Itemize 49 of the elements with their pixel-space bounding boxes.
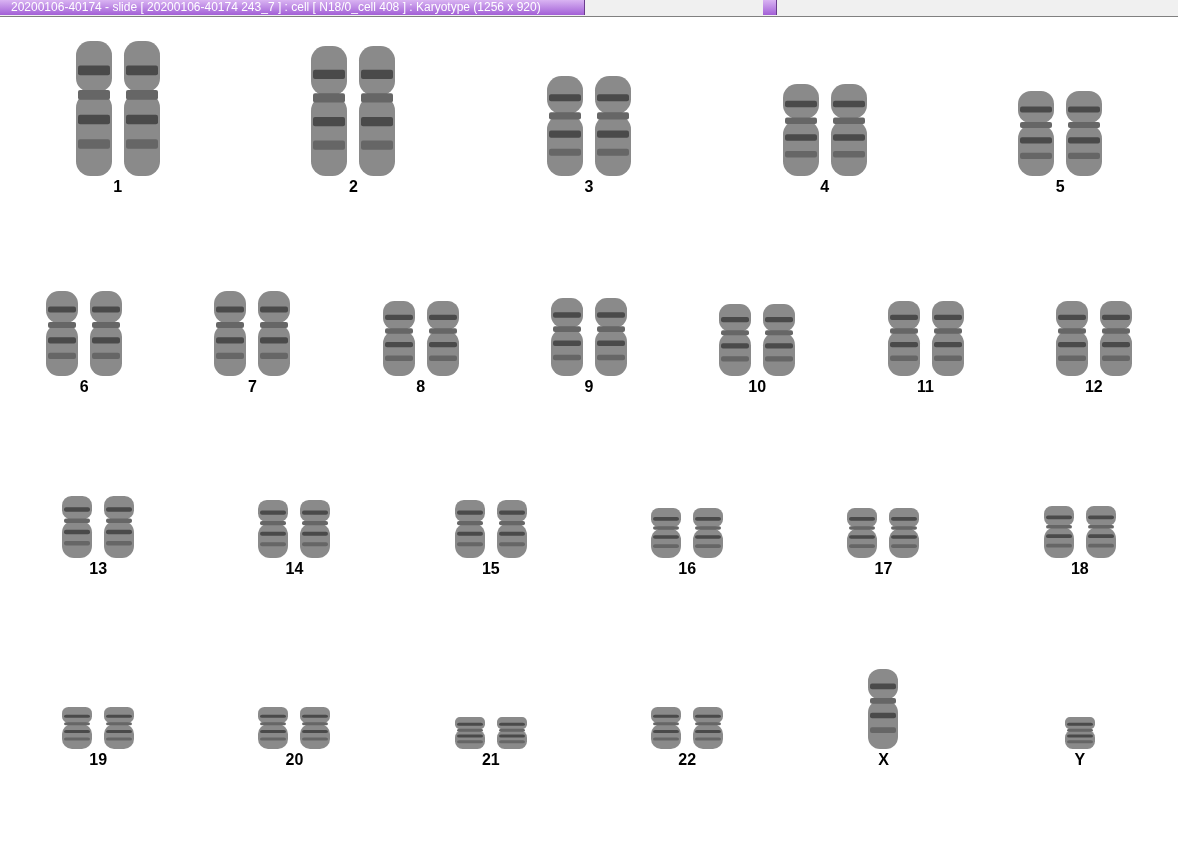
chromosome-drawing [258, 500, 289, 558]
chromosome-label: 3 [584, 178, 594, 196]
chromosome-drawing [62, 707, 93, 749]
chromosome-label: 6 [79, 378, 89, 396]
chromosome-drawing [454, 717, 485, 749]
chromosome-label: 4 [820, 178, 830, 196]
chromosome-drawing [693, 508, 724, 558]
chromosome-drawing [300, 707, 331, 749]
window-tab[interactable]: 20200106-40174 - slide [ 20200106-40174 243_7 ] : cell [ N18/0_cell 408 ] : Karyotype (1256 x 920) [0, 0, 585, 15]
chromosome-drawing [651, 508, 682, 558]
chromosome-label: 14 [285, 560, 304, 578]
chromosome-drawing [847, 508, 878, 558]
chromosome-label: 22 [678, 751, 697, 769]
chromosome-drawing [300, 500, 331, 558]
chromosome-drawing [496, 500, 527, 558]
chromosome-label: 2 [348, 178, 358, 196]
chromosome-drawing [693, 707, 724, 749]
chromosome-label: 7 [247, 378, 257, 396]
chromosome-drawing [454, 500, 485, 558]
chromosome-label: 12 [1084, 378, 1103, 396]
tab-handle[interactable] [763, 0, 777, 15]
chromosome-label: 11 [917, 378, 934, 396]
chromosome-label: 18 [1070, 560, 1089, 578]
chromosome-label: 21 [481, 751, 500, 769]
chromosome-label: 13 [89, 560, 108, 578]
chromosome-label: X [878, 751, 889, 769]
chromosome-label: 20 [285, 751, 304, 769]
chromosome-drawing [258, 707, 289, 749]
chromosome-label: 8 [416, 378, 426, 396]
chromosome-drawing [62, 496, 93, 558]
chromosome-label: 17 [874, 560, 893, 578]
chromosome-drawing [1043, 506, 1074, 558]
chromosome-drawing [1085, 506, 1116, 558]
chromosome-drawing [496, 717, 527, 749]
chromosome-label: 15 [481, 560, 500, 578]
chromosome-label: 9 [584, 378, 594, 396]
chromosome-drawing [889, 508, 920, 558]
chromosome-drawing [104, 496, 135, 558]
chromosome-drawing [651, 707, 682, 749]
chromosome-drawing [719, 304, 752, 376]
chromosome-drawing [763, 304, 796, 376]
chromosome-label: 1 [113, 178, 123, 196]
chromosome-label: 19 [89, 751, 108, 769]
chromosome-label: 10 [748, 378, 767, 396]
chromosome-label: 5 [1055, 178, 1065, 196]
chromosome-label: 16 [678, 560, 697, 578]
chromosome-drawing [1064, 717, 1095, 749]
chromosome-label: Y [1074, 751, 1086, 769]
chromosome-drawing [104, 707, 135, 749]
